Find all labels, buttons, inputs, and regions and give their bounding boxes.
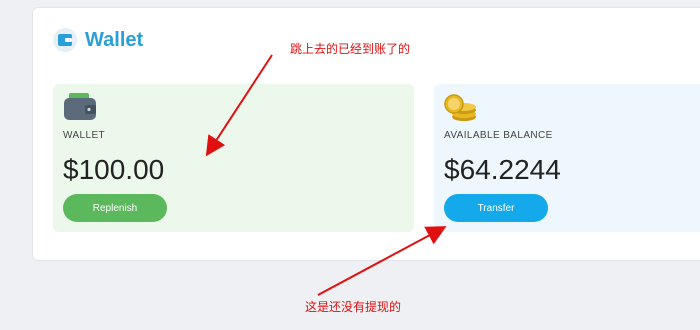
- wallet-label: WALLET: [63, 130, 106, 141]
- transfer-button[interactable]: Transfer: [444, 194, 548, 222]
- available-balance-card: AVAILABLE BALANCE $64.2244 Transfer: [434, 84, 700, 232]
- wallet-card: WALLET $100.00 Replenish: [53, 84, 414, 232]
- available-balance-amount: $64.2244: [444, 154, 561, 185]
- page-title: Wallet: [85, 28, 144, 51]
- replenish-button[interactable]: Replenish: [63, 194, 167, 222]
- wallet-amount: $100.00: [63, 154, 165, 185]
- wallet-app-logo-icon: [53, 28, 77, 52]
- wallet-header: Wallet: [53, 28, 143, 52]
- wallet-icon: [63, 92, 97, 127]
- annotation-top: 跳上去的已经到账了的: [290, 42, 411, 56]
- available-balance-label: AVAILABLE BALANCE: [444, 130, 553, 141]
- annotation-bottom: 这是还没有提现的: [305, 300, 402, 314]
- coins-icon: [444, 92, 478, 127]
